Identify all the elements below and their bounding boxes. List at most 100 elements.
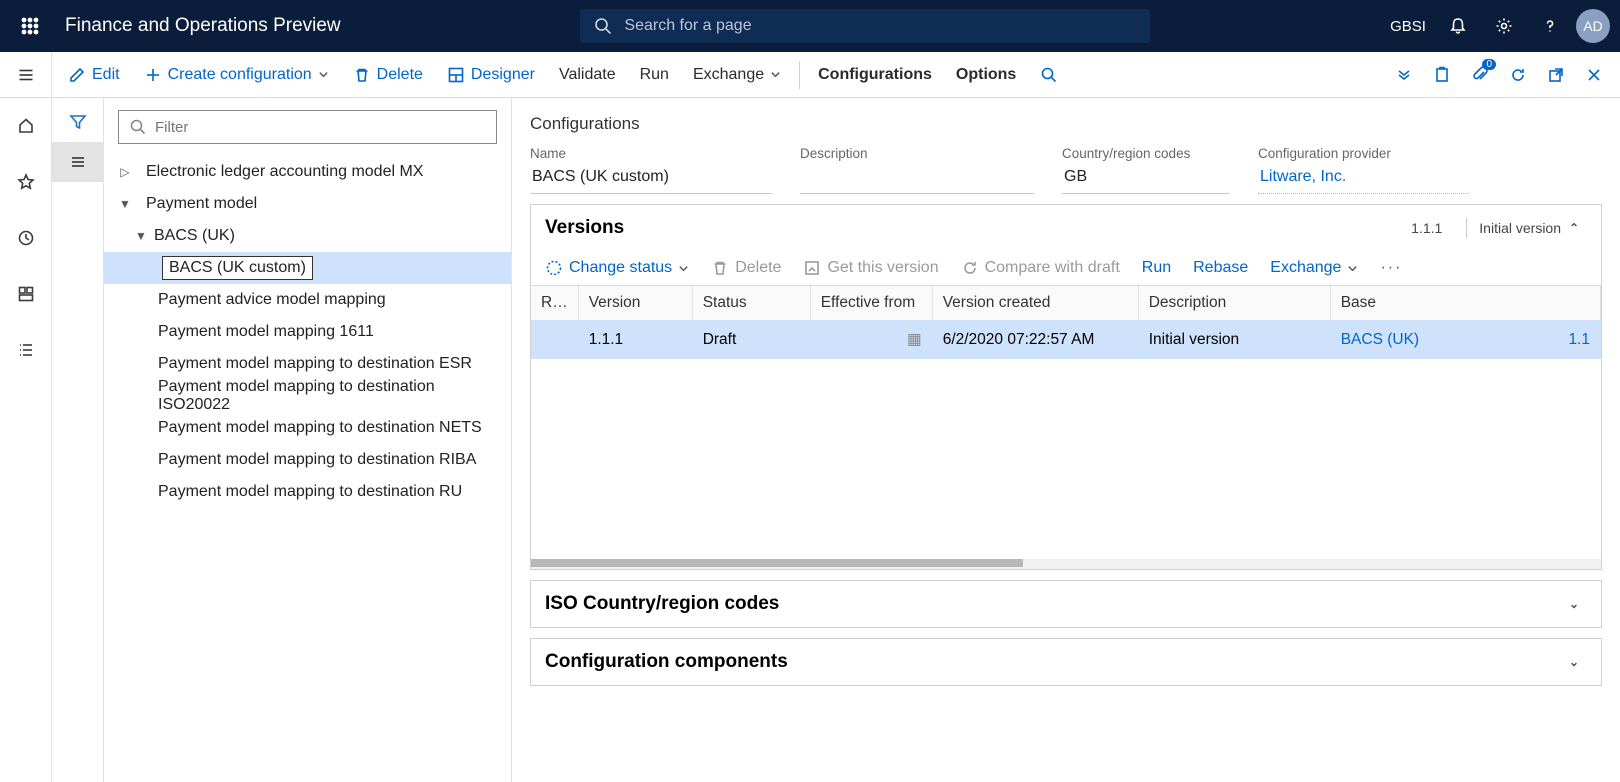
avatar[interactable]: AD xyxy=(1576,9,1610,43)
workspace: ▷Electronic ledger accounting model MX ▼… xyxy=(0,98,1620,782)
related-icon[interactable] xyxy=(1386,57,1422,93)
tree-node[interactable]: Payment advice model mapping xyxy=(104,284,511,316)
edit-button[interactable]: Edit xyxy=(56,52,132,97)
iso-codes-group: ISO Country/region codes ⌄ xyxy=(530,580,1602,628)
codes-label: Country/region codes xyxy=(1062,146,1230,161)
modules-icon[interactable] xyxy=(8,332,44,368)
provider-value[interactable]: Litware, Inc. xyxy=(1258,164,1468,194)
codes-value[interactable]: GB xyxy=(1062,164,1230,194)
caret-right-icon[interactable]: ▷ xyxy=(114,165,136,179)
cell-version: 1.1.1 xyxy=(578,320,692,359)
versions-title: Versions xyxy=(545,217,624,239)
versions-summary-ver: 1.1.1 xyxy=(1411,220,1442,236)
workspaces-icon[interactable] xyxy=(8,276,44,312)
find-button[interactable] xyxy=(1028,52,1070,97)
create-configuration-button[interactable]: Create configuration xyxy=(132,52,341,97)
chevron-up-icon[interactable]: ⌃ xyxy=(1561,221,1587,235)
delete-button[interactable]: Delete xyxy=(341,52,435,97)
col-status[interactable]: Status xyxy=(692,286,810,320)
configurations-tab[interactable]: Configurations xyxy=(806,52,944,97)
calendar-icon[interactable]: ▦ xyxy=(907,331,922,348)
hamburger-icon[interactable] xyxy=(0,52,52,98)
col-description[interactable]: Description xyxy=(1138,286,1330,320)
main-panel: Configurations NameBACS (UK custom) Desc… xyxy=(512,98,1620,782)
version-exchange-button[interactable]: Exchange xyxy=(1270,259,1358,277)
col-effective[interactable]: Effective from xyxy=(810,286,932,320)
horizontal-scrollbar[interactable] xyxy=(531,559,1601,569)
col-r[interactable]: R… xyxy=(531,286,578,320)
version-run-button[interactable]: Run xyxy=(1142,259,1171,277)
exchange-button[interactable]: Exchange xyxy=(681,52,793,97)
description-value[interactable] xyxy=(800,164,1034,194)
paste-icon[interactable] xyxy=(1424,57,1460,93)
col-base[interactable]: Base xyxy=(1330,286,1600,320)
search-input[interactable] xyxy=(624,17,1136,35)
company-label[interactable]: GBSI xyxy=(1390,18,1426,35)
separator xyxy=(799,61,800,89)
caret-down-icon[interactable]: ▼ xyxy=(114,197,136,211)
attachments-icon[interactable] xyxy=(1462,57,1498,93)
config-components-header[interactable]: Configuration components ⌄ xyxy=(531,639,1601,685)
versions-grid: R… Version Status Effective from Version… xyxy=(531,285,1601,569)
run-button[interactable]: Run xyxy=(628,52,681,97)
get-version-button[interactable]: Get this version xyxy=(803,259,938,277)
gear-icon[interactable] xyxy=(1484,6,1524,46)
table-row[interactable]: 1.1.1 Draft ▦ 6/2/2020 07:22:57 AM Initi… xyxy=(531,320,1601,359)
change-status-button[interactable]: Change status xyxy=(545,259,689,277)
caret-down-icon[interactable]: ▼ xyxy=(130,229,152,243)
search-box[interactable] xyxy=(580,9,1150,43)
col-created[interactable]: Version created xyxy=(932,286,1138,320)
provider-label: Configuration provider xyxy=(1258,146,1468,161)
version-delete-button[interactable]: Delete xyxy=(711,259,781,277)
refresh-icon[interactable] xyxy=(1500,57,1536,93)
versions-group: Versions 1.1.1 Initial version ⌃ Change … xyxy=(530,204,1602,570)
tree-node[interactable]: Payment model mapping to destination ESR xyxy=(104,348,511,380)
tree-node[interactable]: Payment model mapping to destination RU xyxy=(104,476,511,508)
help-icon[interactable] xyxy=(1530,6,1570,46)
bell-icon[interactable] xyxy=(1438,6,1478,46)
recent-icon[interactable] xyxy=(8,220,44,256)
view-rail xyxy=(52,98,104,782)
col-version[interactable]: Version xyxy=(578,286,692,320)
config-components-group: Configuration components ⌄ xyxy=(530,638,1602,686)
cell-created: 6/2/2020 07:22:57 AM xyxy=(932,320,1138,359)
tree-filter[interactable] xyxy=(118,110,497,144)
list-view-icon[interactable] xyxy=(52,142,104,182)
rebase-button[interactable]: Rebase xyxy=(1193,259,1248,277)
compare-button[interactable]: Compare with draft xyxy=(961,259,1120,277)
tree-node[interactable]: ▷Electronic ledger accounting model MX xyxy=(104,156,511,188)
command-bar: Edit Create configuration Delete Designe… xyxy=(0,52,1620,98)
description-label: Description xyxy=(800,146,1034,161)
validate-button[interactable]: Validate xyxy=(547,52,628,97)
options-tab[interactable]: Options xyxy=(944,52,1028,97)
name-label: Name xyxy=(530,146,772,161)
chevron-down-icon[interactable]: ⌄ xyxy=(1561,597,1587,611)
top-header: Finance and Operations Preview GBSI AD xyxy=(0,0,1620,52)
config-tree: ▷Electronic ledger accounting model MX ▼… xyxy=(104,150,511,514)
tree-node[interactable]: Payment model mapping to destination RIB… xyxy=(104,444,511,476)
tree-node[interactable]: ▼Payment model xyxy=(104,188,511,220)
header-right: GBSI AD xyxy=(1390,6,1610,46)
tree-node[interactable]: ▼BACS (UK) xyxy=(104,220,511,252)
more-icon[interactable]: ··· xyxy=(1380,259,1402,277)
filter-icon[interactable] xyxy=(52,102,104,142)
tree-node[interactable]: Payment model mapping to destination ISO… xyxy=(104,380,511,412)
designer-button[interactable]: Designer xyxy=(435,52,547,97)
cmdbar-right xyxy=(1386,57,1620,93)
close-icon[interactable] xyxy=(1576,57,1612,93)
chevron-down-icon[interactable]: ⌄ xyxy=(1561,655,1587,669)
home-icon[interactable] xyxy=(8,108,44,144)
tree-node[interactable]: Payment model mapping 1611 xyxy=(104,316,511,348)
cell-base[interactable]: BACS (UK) xyxy=(1341,331,1419,348)
name-value[interactable]: BACS (UK custom) xyxy=(530,164,772,194)
nav-rail xyxy=(0,98,52,782)
popout-icon[interactable] xyxy=(1538,57,1574,93)
header-fields: Name BACS (UK custom) Description Country… xyxy=(530,146,1602,194)
versions-header[interactable]: Versions 1.1.1 Initial version ⌃ xyxy=(531,205,1601,251)
tree-node-selected[interactable]: BACS (UK custom) xyxy=(104,252,511,284)
waffle-icon[interactable] xyxy=(10,6,50,46)
favorites-icon[interactable] xyxy=(8,164,44,200)
tree-node[interactable]: Payment model mapping to destination NET… xyxy=(104,412,511,444)
iso-codes-header[interactable]: ISO Country/region codes ⌄ xyxy=(531,581,1601,627)
tree-filter-input[interactable] xyxy=(155,119,486,136)
